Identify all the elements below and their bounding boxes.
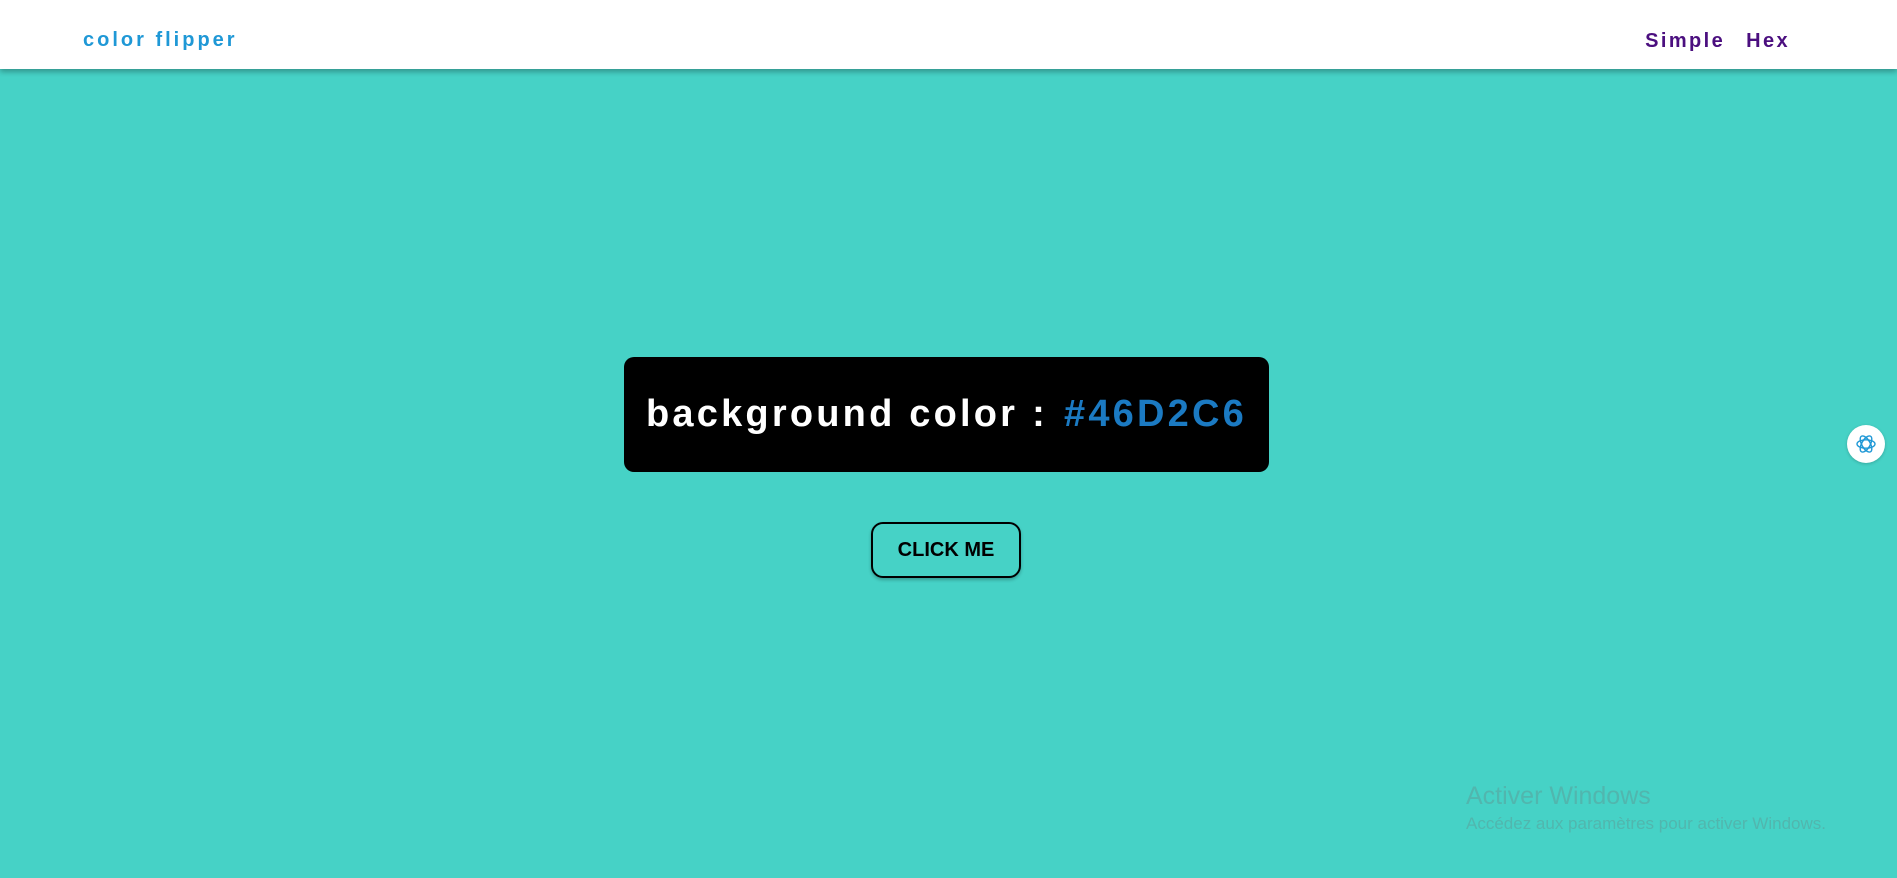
nav-links: Simple Hex: [1645, 31, 1790, 51]
click-me-button[interactable]: CLICK ME: [871, 522, 1021, 578]
openai-logo-icon-graphic: [1856, 435, 1876, 453]
watermark-title: Activer Windows: [1466, 782, 1651, 810]
color-label: background color: [646, 393, 1019, 435]
openai-logo-icon[interactable]: [1847, 425, 1885, 463]
navbar: color flipper Simple Hex: [0, 0, 1897, 69]
color-separator: :: [1032, 393, 1048, 435]
brand-link[interactable]: color flipper: [83, 30, 238, 50]
nav-link-hex[interactable]: Hex: [1746, 31, 1790, 51]
windows-activation-watermark: Activer Windows Accédez aux paramètres p…: [1466, 781, 1826, 834]
color-value: #46D2C6: [1064, 393, 1247, 435]
nav-link-simple[interactable]: Simple: [1645, 31, 1725, 51]
color-display-panel: background color : #46D2C6: [624, 357, 1269, 472]
watermark-subtitle: Accédez aux paramètres pour activer Wind…: [1466, 814, 1826, 833]
